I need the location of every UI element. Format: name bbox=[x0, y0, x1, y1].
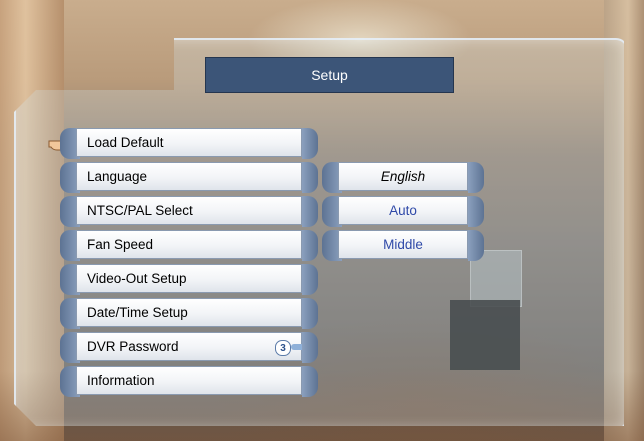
menu-item-label: NTSC/PAL Select bbox=[76, 196, 302, 225]
menu-item-cap-right bbox=[302, 128, 318, 159]
menu-item-cap-right bbox=[302, 162, 318, 193]
menu-item-load-default[interactable]: Load Default bbox=[60, 128, 318, 159]
language-value: English bbox=[338, 162, 468, 191]
menu-item-label: Date/Time Setup bbox=[76, 298, 302, 327]
value-cap-right bbox=[468, 196, 484, 227]
menu-item-cap-right bbox=[302, 366, 318, 397]
fan-speed-value-selector[interactable]: Middle bbox=[322, 230, 484, 261]
menu-item-label: Information bbox=[76, 366, 302, 395]
fan-speed-value: Middle bbox=[338, 230, 468, 259]
language-value-selector[interactable]: English bbox=[322, 162, 484, 193]
menu-item-cap-right bbox=[302, 230, 318, 261]
menu-item-body: DVR Password 3 bbox=[76, 332, 305, 361]
menu-item-label: Video-Out Setup bbox=[76, 264, 302, 293]
menu-item-ntsc-pal-select[interactable]: NTSC/PAL Select bbox=[60, 196, 318, 227]
ntsc-pal-value: Auto bbox=[338, 196, 468, 225]
menu-item-dvr-password[interactable]: DVR Password 3 bbox=[60, 332, 318, 363]
menu-item-cap-right bbox=[302, 196, 318, 227]
menu-item-information[interactable]: Information bbox=[60, 366, 318, 397]
menu-item-cap-right bbox=[302, 332, 318, 363]
setting-values: English Auto Middle bbox=[322, 162, 484, 264]
password-count-badge: 3 bbox=[275, 340, 291, 356]
menu-item-date-time-setup[interactable]: Date/Time Setup bbox=[60, 298, 318, 329]
menu-item-language[interactable]: Language bbox=[60, 162, 318, 193]
menu-item-video-out-setup[interactable]: Video-Out Setup bbox=[60, 264, 318, 295]
menu-item-cap-right bbox=[302, 264, 318, 295]
setup-title: Setup bbox=[205, 57, 454, 93]
value-cap-right bbox=[468, 230, 484, 261]
setup-title-text: Setup bbox=[311, 67, 348, 83]
menu-item-cap-right bbox=[302, 298, 318, 329]
menu-item-label: DVR Password bbox=[87, 339, 179, 354]
value-cap-right bbox=[468, 162, 484, 193]
menu-item-label: Language bbox=[76, 162, 302, 191]
menu-item-fan-speed[interactable]: Fan Speed bbox=[60, 230, 318, 261]
menu-item-label: Fan Speed bbox=[76, 230, 302, 259]
menu-item-label: Load Default bbox=[76, 128, 302, 157]
ntsc-pal-value-selector[interactable]: Auto bbox=[322, 196, 484, 227]
setup-menu-list: Load Default Language NTSC/PAL Select Fa… bbox=[60, 128, 318, 400]
